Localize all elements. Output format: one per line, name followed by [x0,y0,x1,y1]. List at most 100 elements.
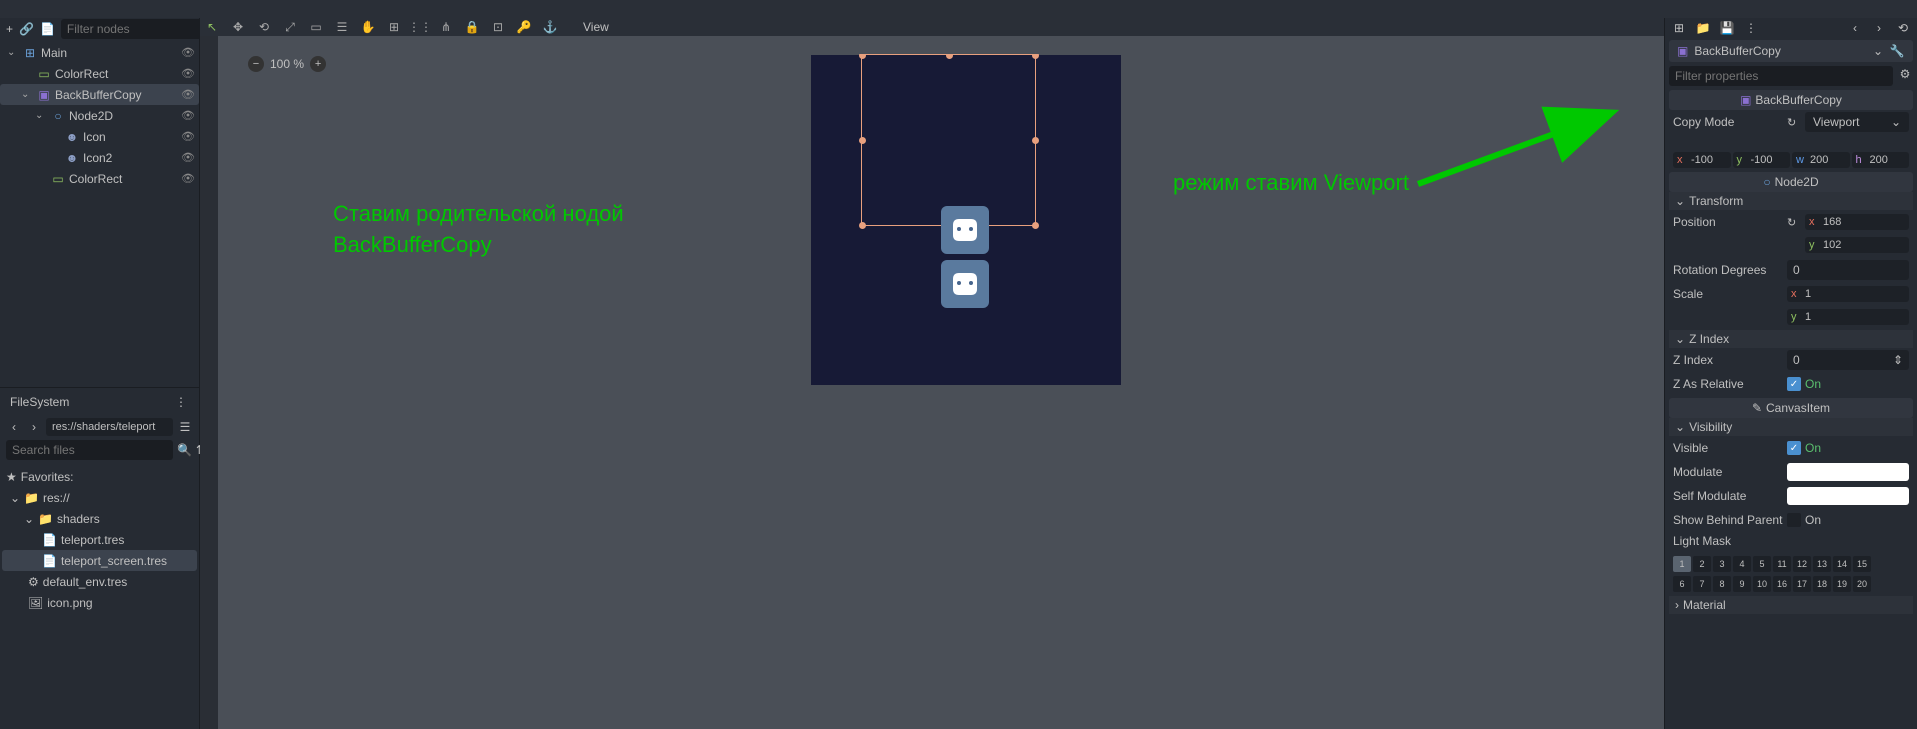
mask-bit-11[interactable]: 11 [1773,556,1791,572]
fs-item-teleport.tres[interactable]: 📄teleport.tres [2,529,197,550]
filter-properties-input[interactable] [1669,66,1893,86]
insp-folder-icon[interactable]: 📁 [1695,20,1711,36]
bone-icon[interactable]: ⋔ [438,19,454,35]
rect-x-field[interactable]: x-100 [1673,152,1731,168]
insp-menu-icon[interactable]: ⋮ [1743,20,1759,36]
z-relative-checkbox[interactable]: ✓On [1787,377,1909,391]
mask-bit-5[interactable]: 5 [1753,556,1771,572]
godot-sprite-icon-2[interactable] [941,260,989,308]
mask-bit-19[interactable]: 19 [1833,576,1851,592]
modulate-color[interactable] [1787,463,1909,481]
godot-sprite-icon[interactable] [941,206,989,254]
snap-icon[interactable]: ⊞ [386,19,402,35]
nav-fwd-icon[interactable]: › [26,419,42,435]
fs-item-res://[interactable]: ⌄📁res:// [2,487,197,508]
move-tool-icon[interactable]: ✥ [230,19,246,35]
fs-item-shaders[interactable]: ⌄📁shaders [2,508,197,529]
mask-bit-15[interactable]: 15 [1853,556,1871,572]
reset-icon[interactable]: ↻ [1787,116,1801,129]
mask-bit-4[interactable]: 4 [1733,556,1751,572]
add-node-icon[interactable]: + [6,21,13,37]
ruler-tool-icon[interactable]: ▭ [308,19,324,35]
link-icon[interactable]: 🔗 [19,21,34,37]
show-behind-checkbox[interactable]: On [1787,513,1909,527]
light-mask-grid[interactable]: 1234511121314156789101617181920 [1673,556,1909,594]
mask-bit-13[interactable]: 13 [1813,556,1831,572]
reset-icon[interactable]: ↻ [1787,216,1801,229]
position-y-field[interactable]: y102 [1805,237,1909,253]
mask-bit-20[interactable]: 20 [1853,576,1871,592]
mask-bit-18[interactable]: 18 [1813,576,1831,592]
fs-item-default_env.tres[interactable]: ⚙default_env.tres [2,571,197,592]
scene-node-icon2[interactable]: ☻Icon2👁 [0,147,199,168]
insp-save-icon[interactable]: 💾 [1719,20,1735,36]
visibility-icon[interactable]: 👁 [181,172,195,185]
mask-bit-7[interactable]: 7 [1693,576,1711,592]
key-icon[interactable]: 🔑 [516,19,532,35]
visibility-icon[interactable]: 👁 [181,88,195,101]
class-header-backbuffercopy[interactable]: ▣ BackBufferCopy [1669,90,1913,110]
scene-node-colorrect[interactable]: ▭ColorRect👁 [0,168,199,189]
inspector-node-selector[interactable]: ▣ BackBufferCopy ⌄ 🔧 [1669,40,1913,62]
scene-node-backbuffercopy[interactable]: ⌄▣BackBufferCopy👁 [0,84,199,105]
anchor-icon[interactable]: ⚓ [542,19,558,35]
mask-bit-8[interactable]: 8 [1713,576,1731,592]
mask-bit-1[interactable]: 1 [1673,556,1691,572]
mask-bit-14[interactable]: 14 [1833,556,1851,572]
grid-icon[interactable]: ⋮⋮ [412,19,428,35]
fs-view-icon[interactable]: ☰ [177,419,193,435]
scale-x-field[interactable]: x1 [1787,286,1909,302]
list-tool-icon[interactable]: ☰ [334,19,350,35]
rotation-field[interactable]: 0 [1787,260,1909,280]
class-header-node2d[interactable]: ○ Node2D [1669,172,1913,192]
select-tool-icon[interactable]: ↖ [204,19,220,35]
mask-bit-3[interactable]: 3 [1713,556,1731,572]
fs-item-icon.png[interactable]: 🖼icon.png [2,592,197,613]
mask-bit-16[interactable]: 16 [1773,576,1791,592]
visibility-section[interactable]: ⌄Visibility [1669,418,1913,436]
transform-section[interactable]: ⌄Transform [1669,192,1913,210]
insp-tool-icon[interactable]: 🔧 [1889,43,1905,59]
mask-bit-17[interactable]: 17 [1793,576,1811,592]
visibility-icon[interactable]: 👁 [181,67,195,80]
fs-menu-icon[interactable]: ⋮ [173,394,189,410]
nav-back-icon[interactable]: ‹ [6,419,22,435]
favorites-row[interactable]: ★ Favorites: [2,466,197,487]
viewport[interactable]: − 100 % + [218,54,1664,729]
scene-node-main[interactable]: ⌄⊞Main👁 [0,42,199,63]
insp-back-icon[interactable]: ‹ [1847,20,1863,36]
fs-search-icon[interactable]: 🔍 [177,442,192,458]
mask-bit-6[interactable]: 6 [1673,576,1691,592]
zindex-section[interactable]: ⌄Z Index [1669,330,1913,348]
position-x-field[interactable]: x168 [1805,214,1909,230]
mask-bit-2[interactable]: 2 [1693,556,1711,572]
group-icon[interactable]: ⊡ [490,19,506,35]
scene-node-node2d[interactable]: ⌄○Node2D👁 [0,105,199,126]
mask-bit-9[interactable]: 9 [1733,576,1751,592]
material-section[interactable]: ›Material [1669,596,1913,614]
view-menu[interactable]: View [583,20,609,34]
pan-tool-icon[interactable]: ✋ [360,19,376,35]
zoom-out-button[interactable]: − [248,56,264,72]
insp-settings-icon[interactable]: ⚙ [1897,66,1913,82]
scene-node-colorrect[interactable]: ▭ColorRect👁 [0,63,199,84]
search-files-input[interactable] [6,440,173,460]
visible-checkbox[interactable]: ✓On [1787,441,1909,455]
mask-bit-12[interactable]: 12 [1793,556,1811,572]
scale-tool-icon[interactable]: ⤢ [282,19,298,35]
copy-mode-dropdown[interactable]: Viewport ⌄ [1805,112,1909,132]
class-header-canvasitem[interactable]: ✎ CanvasItem [1669,398,1913,418]
lock-icon[interactable]: 🔒 [464,19,480,35]
zoom-in-button[interactable]: + [310,56,326,72]
filter-nodes-input[interactable] [61,19,199,39]
visibility-icon[interactable]: 👁 [181,130,195,143]
visibility-icon[interactable]: 👁 [181,46,195,59]
script-icon[interactable]: 📄 [40,21,55,37]
selection-rect[interactable] [861,54,1036,226]
rect-h-field[interactable]: h200 [1852,152,1910,168]
visibility-icon[interactable]: 👁 [181,109,195,122]
zindex-field[interactable]: 0⇕ [1787,350,1909,370]
insp-expand-icon[interactable]: ⊞ [1671,20,1687,36]
rect-w-field[interactable]: w200 [1792,152,1850,168]
rotate-tool-icon[interactable]: ⟲ [256,19,272,35]
